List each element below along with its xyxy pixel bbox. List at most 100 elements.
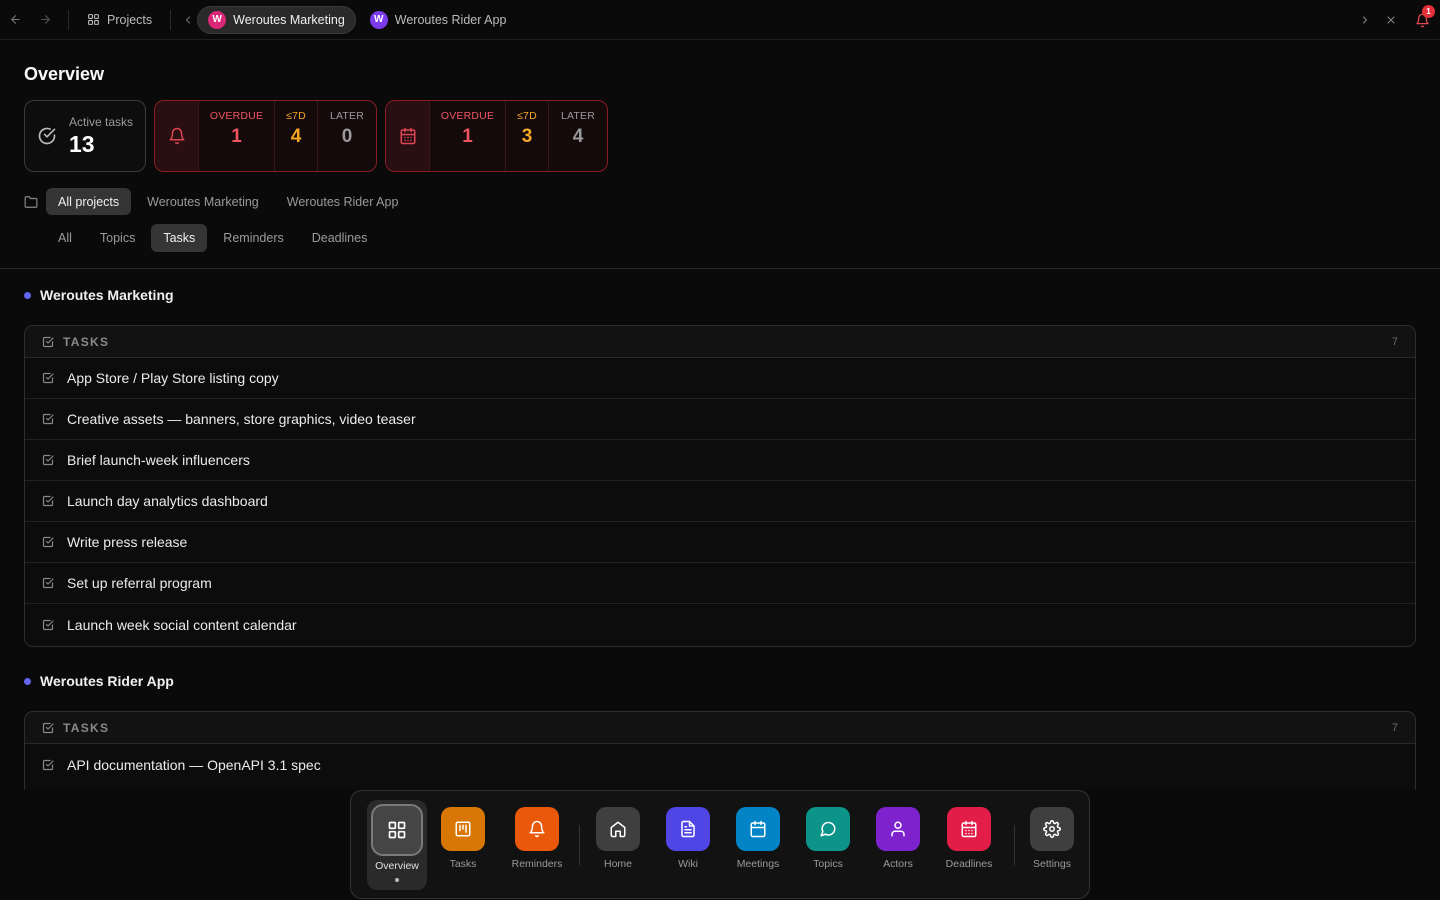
checkbox-icon[interactable]: [42, 454, 54, 466]
tab-weroutes-marketing[interactable]: W Weroutes Marketing: [197, 5, 356, 34]
dock-topics[interactable]: Topics: [786, 807, 870, 870]
checkbox-icon[interactable]: [42, 536, 54, 548]
notifications-button[interactable]: 1: [1404, 0, 1440, 40]
close-tab-button[interactable]: [1378, 0, 1404, 40]
filter-weroutes-rider-app[interactable]: Weroutes Rider App: [275, 188, 411, 215]
dock-label: Meetings: [736, 858, 780, 870]
task-row[interactable]: Launch week social content calendar: [25, 604, 1415, 645]
panel-label: TASKS: [63, 720, 110, 735]
dock-divider: [1014, 825, 1015, 865]
dock-label: Wiki: [678, 858, 698, 870]
task-row[interactable]: Launch day analytics dashboard: [25, 481, 1415, 522]
dock-label: Topics: [813, 858, 843, 870]
checkbox-icon: [42, 722, 54, 734]
group-title: Weroutes Marketing: [24, 287, 174, 303]
task-row[interactable]: Set up referral program: [25, 563, 1415, 604]
calendar-grid-icon: [947, 807, 991, 851]
page-title: Overview: [24, 64, 105, 84]
stat-value: 1: [231, 126, 242, 147]
panel-count: 7: [1391, 721, 1398, 734]
stat-label: ≤7D: [517, 110, 537, 122]
grid-icon: [371, 804, 423, 856]
bell-icon: [515, 807, 559, 851]
topbar-right: 1: [1352, 0, 1440, 40]
topbar-divider: [68, 9, 69, 30]
calendar-icon: [736, 807, 780, 851]
group-title-text: Weroutes Marketing: [40, 287, 174, 303]
reminders-later[interactable]: LATER 0: [318, 101, 376, 171]
checkbox-icon: [42, 336, 54, 348]
kanban-icon: [441, 807, 485, 851]
type-filter-deadlines[interactable]: Deadlines: [300, 225, 380, 252]
checkbox-icon[interactable]: [42, 495, 54, 507]
active-tasks-label: Active tasks: [69, 114, 134, 129]
dock-divider: [579, 825, 580, 865]
reminders-overdue[interactable]: OVERDUE 1: [199, 101, 275, 171]
document-icon: [666, 807, 710, 851]
filter-all-projects[interactable]: All projects: [46, 188, 132, 215]
dock-overview[interactable]: Overview: [367, 800, 427, 890]
deadlines-later[interactable]: LATER 4: [549, 101, 607, 171]
calendar-icon: [386, 101, 430, 171]
stat-value: 4: [572, 126, 584, 147]
topbar-divider: [170, 9, 172, 30]
gear-icon: [1030, 807, 1074, 851]
dock-label: Home: [603, 858, 632, 870]
tasks-panel-marketing: TASKS 7 App Store / Play Store listing c…: [24, 325, 1416, 647]
checkbox-icon[interactable]: [42, 577, 54, 589]
active-tasks-card[interactable]: Active tasks 13: [24, 100, 146, 172]
type-filter: All Topics Tasks Reminders Deadlines: [46, 224, 383, 252]
tabs-scroll-left-button[interactable]: [179, 0, 197, 40]
stat-label: LATER: [560, 110, 596, 122]
type-filter-topics[interactable]: Topics: [88, 225, 147, 252]
checkbox-icon[interactable]: [42, 619, 54, 631]
checkbox-icon[interactable]: [42, 759, 54, 771]
deadlines-overdue[interactable]: OVERDUE 1: [430, 101, 506, 171]
active-tasks-value: 13: [69, 130, 95, 157]
dock-reminders[interactable]: Reminders: [499, 807, 575, 870]
deadlines-within-7d[interactable]: ≤7D 3: [506, 101, 549, 171]
tab-weroutes-rider-app[interactable]: W Weroutes Rider App: [360, 6, 517, 34]
tabs-scroll-right-button[interactable]: [1352, 0, 1378, 40]
dock-label: Reminders: [511, 858, 563, 870]
checkbox-icon[interactable]: [42, 413, 54, 425]
reminders-summary-card[interactable]: OVERDUE 1 ≤7D 4 LATER 0: [154, 100, 377, 172]
task-title: Launch day analytics dashboard: [67, 493, 268, 509]
task-row[interactable]: Write press release: [25, 522, 1415, 563]
chevron-left-icon: [185, 16, 191, 23]
reminders-within-7d[interactable]: ≤7D 4: [275, 101, 318, 171]
active-indicator: [395, 878, 399, 882]
checkbox-icon[interactable]: [42, 372, 54, 384]
back-button[interactable]: [0, 0, 30, 40]
dock-settings[interactable]: Settings: [1023, 807, 1081, 870]
task-row[interactable]: API documentation — OpenAPI 3.1 spec: [25, 744, 1415, 785]
deadlines-summary-card[interactable]: OVERDUE 1 ≤7D 3 LATER 4: [385, 100, 608, 172]
chat-icon: [806, 807, 850, 851]
task-row[interactable]: Brief launch-week influencers: [25, 440, 1415, 481]
dock-home[interactable]: Home: [590, 807, 646, 870]
forward-button[interactable]: [30, 0, 60, 40]
task-title: App Store / Play Store listing copy: [67, 370, 279, 386]
folder-icon: [24, 195, 46, 209]
type-filter-all[interactable]: All: [46, 225, 84, 252]
panel-count: 7: [1391, 335, 1398, 348]
task-row[interactable]: App Store / Play Store listing copy: [25, 358, 1415, 399]
stat-label: OVERDUE: [209, 110, 264, 122]
type-filter-tasks[interactable]: Tasks: [151, 224, 208, 252]
dock-tasks[interactable]: Tasks: [427, 807, 499, 870]
dock-actors[interactable]: Actors: [870, 807, 926, 870]
tasks-panel-rider-app: TASKS 7 API documentation — OpenAPI 3.1 …: [24, 711, 1416, 790]
dock-meetings[interactable]: Meetings: [730, 807, 786, 870]
task-title: Launch week social content calendar: [67, 616, 297, 633]
projects-button[interactable]: Projects: [77, 6, 162, 34]
group-dot: [24, 291, 31, 299]
stat-value: 1: [462, 126, 473, 147]
filter-weroutes-marketing[interactable]: Weroutes Marketing: [135, 188, 271, 215]
project-avatar: W: [369, 10, 388, 29]
task-title: Creative assets — banners, store graphic…: [67, 411, 416, 427]
task-row[interactable]: Creative assets — banners, store graphic…: [25, 399, 1415, 440]
dock-deadlines[interactable]: Deadlines: [926, 807, 1012, 870]
close-icon: [1387, 16, 1395, 24]
dock-wiki[interactable]: Wiki: [646, 807, 730, 870]
type-filter-reminders[interactable]: Reminders: [211, 225, 295, 252]
